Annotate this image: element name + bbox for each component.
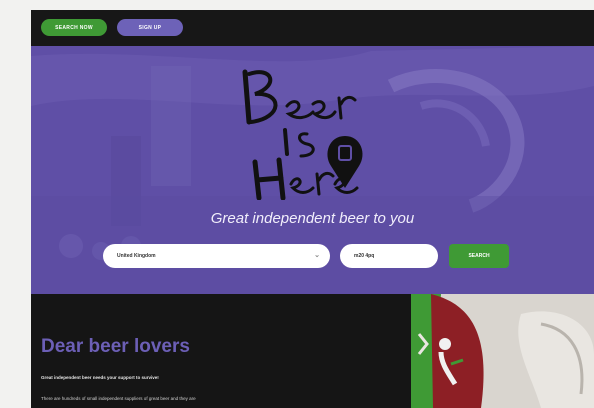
postcode-input[interactable]: m20 4pq xyxy=(340,244,438,268)
hero-banner: Great independent beer to you United Kin… xyxy=(31,46,594,294)
postcode-value: m20 4pq xyxy=(354,253,375,259)
website-screen: SEARCH NOW SIGN UP Great independent bee… xyxy=(31,10,594,408)
hero-tagline: Great independent beer to you xyxy=(210,210,415,227)
search-now-button[interactable]: SEARCH NOW xyxy=(41,19,107,36)
intro-section: Dear beer lovers Great independent beer … xyxy=(31,294,594,408)
country-select[interactable]: United Kingdom ⌄ xyxy=(103,244,330,268)
intro-lead-text: Great independent beer needs your suppor… xyxy=(41,375,159,380)
beer-glass-photo xyxy=(411,294,594,408)
top-navigation-bar: SEARCH NOW SIGN UP xyxy=(31,10,594,46)
page-frame: SEARCH NOW SIGN UP Great independent bee… xyxy=(0,0,594,408)
search-button[interactable]: SEARCH xyxy=(449,244,509,268)
intro-body-text: There are hundreds of small independent … xyxy=(41,396,196,401)
intro-heading: Dear beer lovers xyxy=(41,336,190,357)
country-value: United Kingdom xyxy=(117,253,156,259)
chevron-down-icon: ⌄ xyxy=(314,252,320,259)
beer-is-here-logo xyxy=(242,69,363,200)
sign-up-button[interactable]: SIGN UP xyxy=(117,19,183,36)
